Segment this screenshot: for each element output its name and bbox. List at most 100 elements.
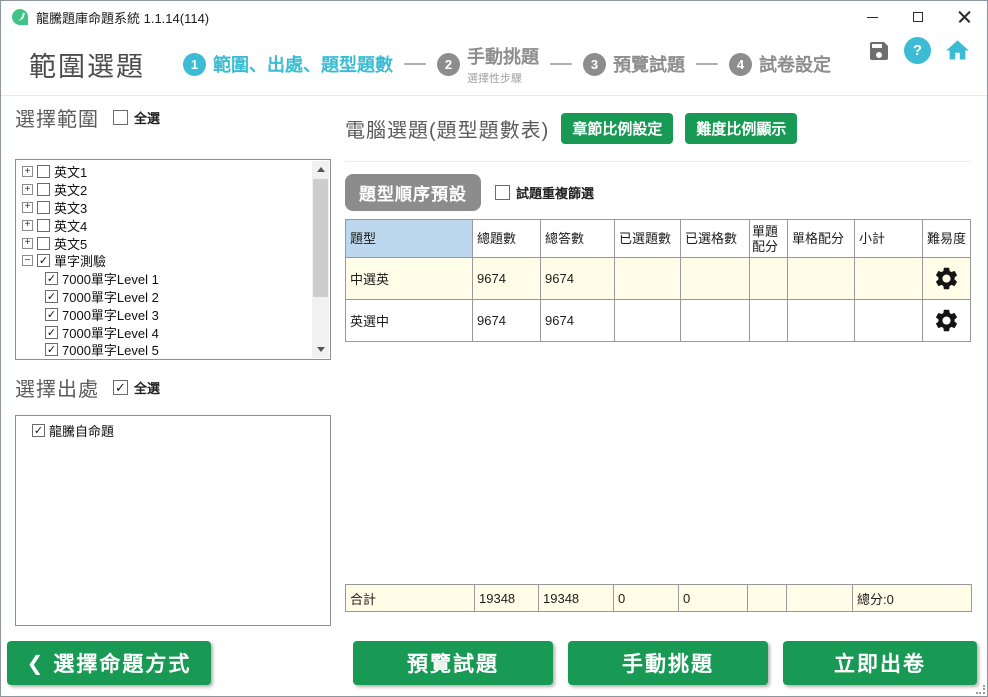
scroll-down-icon[interactable] bbox=[312, 341, 329, 358]
resize-grip[interactable] bbox=[976, 685, 985, 694]
tree-item-7000-level5[interactable]: ✓ 7000單字Level 5 bbox=[22, 341, 310, 359]
expand-icon[interactable]: + bbox=[22, 184, 33, 195]
home-icon bbox=[944, 37, 971, 64]
checkbox[interactable]: ✓ bbox=[45, 343, 58, 356]
checkbox[interactable] bbox=[37, 165, 50, 178]
tree-item-lungteng-questions[interactable]: ✓ 龍騰自命題 bbox=[22, 422, 310, 440]
checkbox[interactable]: ✓ bbox=[45, 290, 58, 303]
source-section-title: 選擇出處 bbox=[15, 373, 99, 402]
checkbox[interactable] bbox=[37, 201, 50, 214]
gear-icon bbox=[933, 265, 960, 292]
difficulty-settings-button[interactable] bbox=[923, 300, 971, 342]
manual-pick-button[interactable]: 手動挑題 bbox=[568, 641, 768, 685]
step-connector bbox=[696, 63, 718, 66]
scroll-up-icon[interactable] bbox=[312, 161, 329, 178]
expand-icon[interactable]: + bbox=[22, 202, 33, 213]
expand-icon[interactable]: + bbox=[22, 238, 33, 249]
source-select-all-label: 全選 bbox=[134, 378, 160, 397]
row-cell-selected-questions[interactable] bbox=[615, 300, 681, 342]
title-bar: 龍騰題庫命題系統 1.1.14(114) bbox=[1, 1, 987, 33]
source-tree: ✓ 龍騰自命題 bbox=[15, 415, 331, 626]
computer-selection-title: 電腦選題(題型題數表) bbox=[345, 114, 549, 143]
col-header-per-question-score: 單題配分 bbox=[750, 220, 788, 258]
tree-item-english2[interactable]: + 英文2 bbox=[22, 181, 310, 199]
row-cell-per-cell-score[interactable] bbox=[788, 300, 855, 342]
col-header-total-answers: 總答數 bbox=[541, 220, 615, 258]
row-cell-selected-cells[interactable] bbox=[681, 258, 750, 300]
step-1-range[interactable]: 1 範圍、出處、題型題數 bbox=[183, 51, 393, 77]
total-score: 總分:0 bbox=[853, 585, 972, 612]
range-select-all-checkbox[interactable] bbox=[113, 110, 128, 125]
checkbox[interactable] bbox=[37, 219, 50, 232]
collapse-icon[interactable]: − bbox=[22, 255, 33, 266]
help-button[interactable]: ? bbox=[904, 37, 931, 64]
step-connector bbox=[404, 63, 426, 66]
minimize-button[interactable] bbox=[849, 1, 895, 33]
totals-row: 合計 19348 19348 0 0 總分:0 bbox=[345, 584, 972, 612]
row-cell-per-cell-score[interactable] bbox=[788, 258, 855, 300]
total-selected-cells: 0 bbox=[679, 585, 748, 612]
range-tree: + 英文1 + 英文2 + 英文3 + 英文4 + 英文5 − ✓ 單字測驗 bbox=[15, 159, 331, 360]
difficulty-settings-button[interactable] bbox=[923, 258, 971, 300]
type-order-preset-button[interactable]: 題型順序預設 bbox=[345, 174, 481, 211]
checkbox[interactable]: ✓ bbox=[45, 326, 58, 339]
tree-item-7000-level4[interactable]: ✓ 7000單字Level 4 bbox=[22, 323, 310, 341]
col-header-difficulty: 難易度 bbox=[923, 220, 971, 258]
tree-item-english4[interactable]: + 英文4 bbox=[22, 216, 310, 234]
preview-questions-button[interactable]: 預覽試題 bbox=[353, 641, 553, 685]
save-button[interactable] bbox=[867, 39, 891, 63]
col-header-type: 題型 bbox=[346, 220, 473, 258]
app-window: 龍騰題庫命題系統 1.1.14(114) 範圍選題 1 範圍、出處、題型題數 2… bbox=[0, 0, 988, 697]
source-select-all-checkbox[interactable]: ✓ bbox=[113, 380, 128, 395]
total-empty bbox=[787, 585, 853, 612]
col-header-total-questions: 總題數 bbox=[473, 220, 541, 258]
row-cell-total-questions: 9674 bbox=[473, 300, 541, 342]
step-4-paper-settings[interactable]: 4 試卷設定 bbox=[729, 51, 831, 77]
close-button[interactable] bbox=[941, 1, 987, 33]
question-mark-icon: ? bbox=[913, 42, 922, 59]
chapter-ratio-button[interactable]: 章節比例設定 bbox=[561, 113, 673, 144]
checkbox[interactable]: ✓ bbox=[37, 254, 50, 267]
row-cell-selected-questions[interactable] bbox=[615, 258, 681, 300]
step-3-preview[interactable]: 3 預覽試題 bbox=[583, 51, 685, 77]
expand-icon[interactable]: + bbox=[22, 166, 33, 177]
maximize-button[interactable] bbox=[895, 1, 941, 33]
row-cell-total-questions: 9674 bbox=[473, 258, 541, 300]
tree-item-english3[interactable]: + 英文3 bbox=[22, 199, 310, 217]
tree-item-7000-level1[interactable]: ✓ 7000單字Level 1 bbox=[22, 270, 310, 288]
total-selected-questions: 0 bbox=[614, 585, 679, 612]
total-answers: 19348 bbox=[539, 585, 614, 612]
checkbox[interactable]: ✓ bbox=[32, 424, 45, 437]
scrollbar-thumb[interactable] bbox=[313, 179, 328, 297]
back-to-method-button[interactable]: ❮ 選擇命題方式 bbox=[7, 641, 211, 685]
minimize-icon bbox=[867, 17, 878, 18]
tree-item-english1[interactable]: + 英文1 bbox=[22, 163, 310, 181]
tree-item-7000-level2[interactable]: ✓ 7000單字Level 2 bbox=[22, 288, 310, 306]
generate-paper-button[interactable]: 立即出卷 bbox=[783, 641, 977, 685]
checkbox[interactable] bbox=[37, 237, 50, 250]
question-type-table: 題型 總題數 總答數 已選題數 已選格數 單題配分 單格配分 小計 難易度 中選… bbox=[345, 219, 971, 342]
window-title: 龍騰題庫命題系統 1.1.14(114) bbox=[36, 8, 209, 27]
row-cell-selected-cells[interactable] bbox=[681, 300, 750, 342]
duplicate-filter-checkbox[interactable] bbox=[495, 185, 510, 200]
step-2-badge: 2 bbox=[437, 53, 460, 76]
tree-item-7000-level3[interactable]: ✓ 7000單字Level 3 bbox=[22, 305, 310, 323]
row-cell-subtotal bbox=[855, 300, 923, 342]
checkbox[interactable]: ✓ bbox=[45, 308, 58, 321]
maximize-icon bbox=[913, 12, 923, 22]
checkbox[interactable]: ✓ bbox=[45, 272, 58, 285]
range-section-header: 選擇範圍 全選 bbox=[15, 103, 160, 132]
scrollbar[interactable] bbox=[312, 161, 329, 358]
row-cell-per-question-score[interactable] bbox=[750, 300, 788, 342]
checkbox[interactable] bbox=[37, 183, 50, 196]
step-2-manual-pick[interactable]: 2 手動挑題 選擇性步驟 bbox=[437, 43, 539, 86]
tree-item-vocab-test[interactable]: − ✓ 單字測驗 bbox=[22, 252, 310, 270]
home-button[interactable] bbox=[944, 37, 971, 64]
col-header-per-cell-score: 單格配分 bbox=[788, 220, 855, 258]
source-section-header: 選擇出處 ✓ 全選 bbox=[15, 373, 160, 402]
row-cell-type: 中選英 bbox=[346, 258, 473, 300]
difficulty-ratio-button[interactable]: 難度比例顯示 bbox=[685, 113, 797, 144]
row-cell-per-question-score[interactable] bbox=[750, 258, 788, 300]
tree-item-english5[interactable]: + 英文5 bbox=[22, 234, 310, 252]
expand-icon[interactable]: + bbox=[22, 220, 33, 231]
